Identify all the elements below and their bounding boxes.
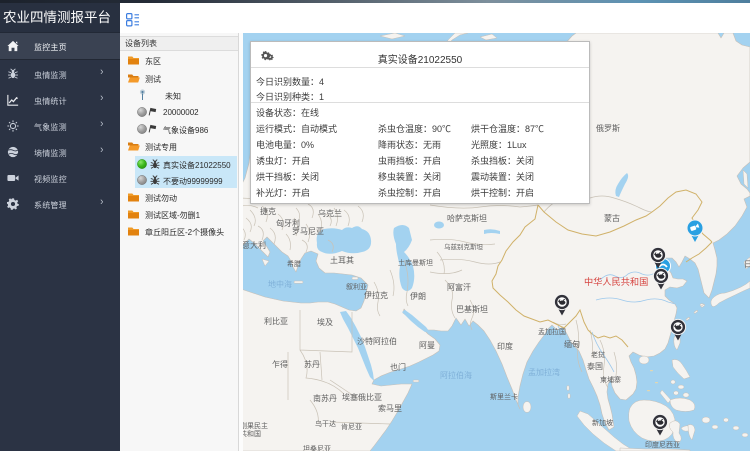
svg-text:也门: 也门 xyxy=(390,362,406,372)
svg-text:捷克: 捷克 xyxy=(260,206,276,216)
svg-text:印度: 印度 xyxy=(497,341,513,351)
svg-text:埃塞俄比亚: 埃塞俄比亚 xyxy=(342,392,382,402)
svg-text:孟加拉湾: 孟加拉湾 xyxy=(528,367,560,377)
svg-text:蒙古: 蒙古 xyxy=(604,213,620,223)
svg-text:新加坡: 新加坡 xyxy=(592,418,613,427)
svg-text:哈萨克斯坦: 哈萨克斯坦 xyxy=(447,213,487,223)
svg-text:共和国: 共和国 xyxy=(240,429,261,438)
svg-text:伊拉克: 伊拉克 xyxy=(364,290,388,300)
svg-text:中华人民共和国: 中华人民共和国 xyxy=(584,276,648,287)
svg-text:肯尼亚: 肯尼亚 xyxy=(341,422,362,431)
svg-text:土耳其: 土耳其 xyxy=(330,255,354,265)
svg-text:南苏丹: 南苏丹 xyxy=(313,393,337,403)
svg-text:沙特阿拉伯: 沙特阿拉伯 xyxy=(357,336,397,346)
svg-text:埃及: 埃及 xyxy=(317,317,333,327)
svg-text:索马里: 索马里 xyxy=(378,403,402,413)
svg-text:乌兹别克斯坦: 乌兹别克斯坦 xyxy=(444,242,484,251)
svg-text:乍得: 乍得 xyxy=(272,359,288,369)
svg-text:阿拉伯海: 阿拉伯海 xyxy=(440,370,472,380)
svg-text:老挝: 老挝 xyxy=(591,350,605,359)
svg-text:阿曼: 阿曼 xyxy=(419,341,435,350)
svg-text:柬埔寨: 柬埔寨 xyxy=(600,375,621,384)
svg-text:意大利: 意大利 xyxy=(242,240,266,250)
svg-text:伊朗: 伊朗 xyxy=(410,291,426,301)
svg-text:叙利亚: 叙利亚 xyxy=(346,282,367,291)
svg-text:巴基斯坦: 巴基斯坦 xyxy=(456,304,488,314)
svg-text:斯里兰卡: 斯里兰卡 xyxy=(490,392,518,401)
svg-text:苏丹: 苏丹 xyxy=(304,359,320,369)
svg-text:泰国: 泰国 xyxy=(587,361,603,371)
svg-text:坦桑尼亚: 坦桑尼亚 xyxy=(303,444,331,451)
svg-text:孟加拉国: 孟加拉国 xyxy=(538,327,566,336)
svg-text:土库曼斯坦: 土库曼斯坦 xyxy=(398,258,433,267)
svg-text:缅甸: 缅甸 xyxy=(564,339,580,349)
svg-text:乌克兰: 乌克兰 xyxy=(318,208,342,218)
svg-text:乌干达: 乌干达 xyxy=(315,419,336,428)
svg-text:地中海: 地中海 xyxy=(268,279,292,289)
svg-text:印度尼西亚: 印度尼西亚 xyxy=(645,440,680,449)
svg-text:日: 日 xyxy=(744,260,750,269)
svg-text:希腊: 希腊 xyxy=(287,259,301,268)
svg-text:阿富汗: 阿富汗 xyxy=(447,282,471,292)
svg-text:利比亚: 利比亚 xyxy=(264,316,288,326)
svg-text:刚果民主: 刚果民主 xyxy=(240,421,268,430)
svg-text:俄罗斯: 俄罗斯 xyxy=(596,123,620,133)
svg-text:罗马尼亚: 罗马尼亚 xyxy=(292,227,324,236)
